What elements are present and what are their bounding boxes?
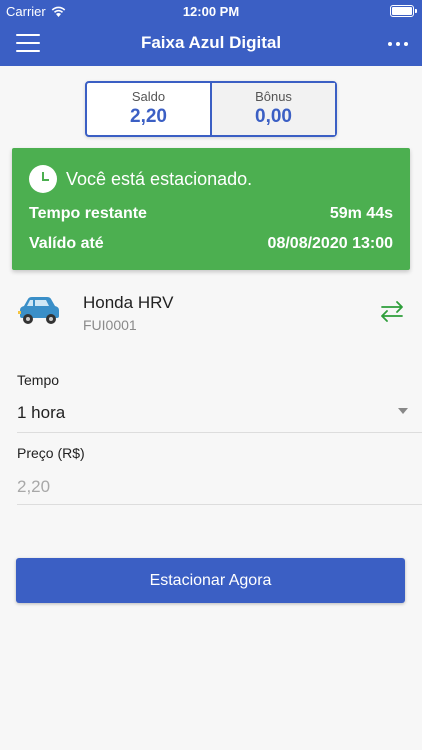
valid-until-row: Valído até 08/08/2020 13:00 (29, 235, 393, 253)
remaining-time-label: Tempo restante (29, 205, 147, 222)
park-now-button[interactable]: Estacionar Agora (16, 558, 405, 603)
dropdown-arrow-icon[interactable] (398, 408, 408, 414)
price-label: Preço (R$) (17, 445, 85, 461)
vehicle-row: Honda HRV FUI0001 (0, 285, 422, 345)
swap-vehicle-icon[interactable] (378, 299, 406, 323)
remaining-time-row: Tempo restante 59m 44s (29, 205, 393, 223)
more-options-icon[interactable] (386, 34, 410, 54)
tempo-label: Tempo (17, 372, 60, 388)
vehicle-name: Honda HRV (83, 293, 174, 312)
parked-status-card: Você está estacionado. Tempo restante 59… (12, 148, 410, 270)
vehicle-plate: FUI0001 (83, 317, 137, 333)
bonus-label: Bônus (255, 89, 292, 104)
nav-bar: Faixa Azul Digital (0, 22, 422, 66)
page-title: Faixa Azul Digital (140, 33, 282, 52)
valid-until-value: 08/08/2020 13:00 (267, 235, 393, 252)
status-time: 12:00 PM (182, 4, 240, 19)
bonus-cell: Bônus 0,00 (210, 83, 335, 135)
price-divider (17, 504, 422, 505)
price-field: 2,20 (17, 477, 51, 496)
bonus-value: 0,00 (255, 106, 292, 127)
saldo-cell: Saldo 2,20 (87, 83, 210, 135)
parked-message: Você está estacionado. (66, 168, 253, 189)
car-icon (18, 297, 59, 324)
tempo-select[interactable]: 1 hora (17, 403, 65, 423)
balance-box: Saldo 2,20 Bônus 0,00 (85, 81, 337, 137)
remaining-time-value: 59m 44s (329, 205, 393, 222)
valid-until-label: Valído até (29, 235, 104, 252)
saldo-label: Saldo (131, 89, 166, 104)
saldo-value: 2,20 (130, 106, 167, 127)
clock-icon (29, 165, 57, 193)
tempo-divider (17, 432, 422, 433)
status-bar: Carrier 12:00 PM (0, 0, 422, 22)
battery-icon (390, 5, 417, 17)
parked-header: Você está estacionado. (29, 165, 252, 193)
